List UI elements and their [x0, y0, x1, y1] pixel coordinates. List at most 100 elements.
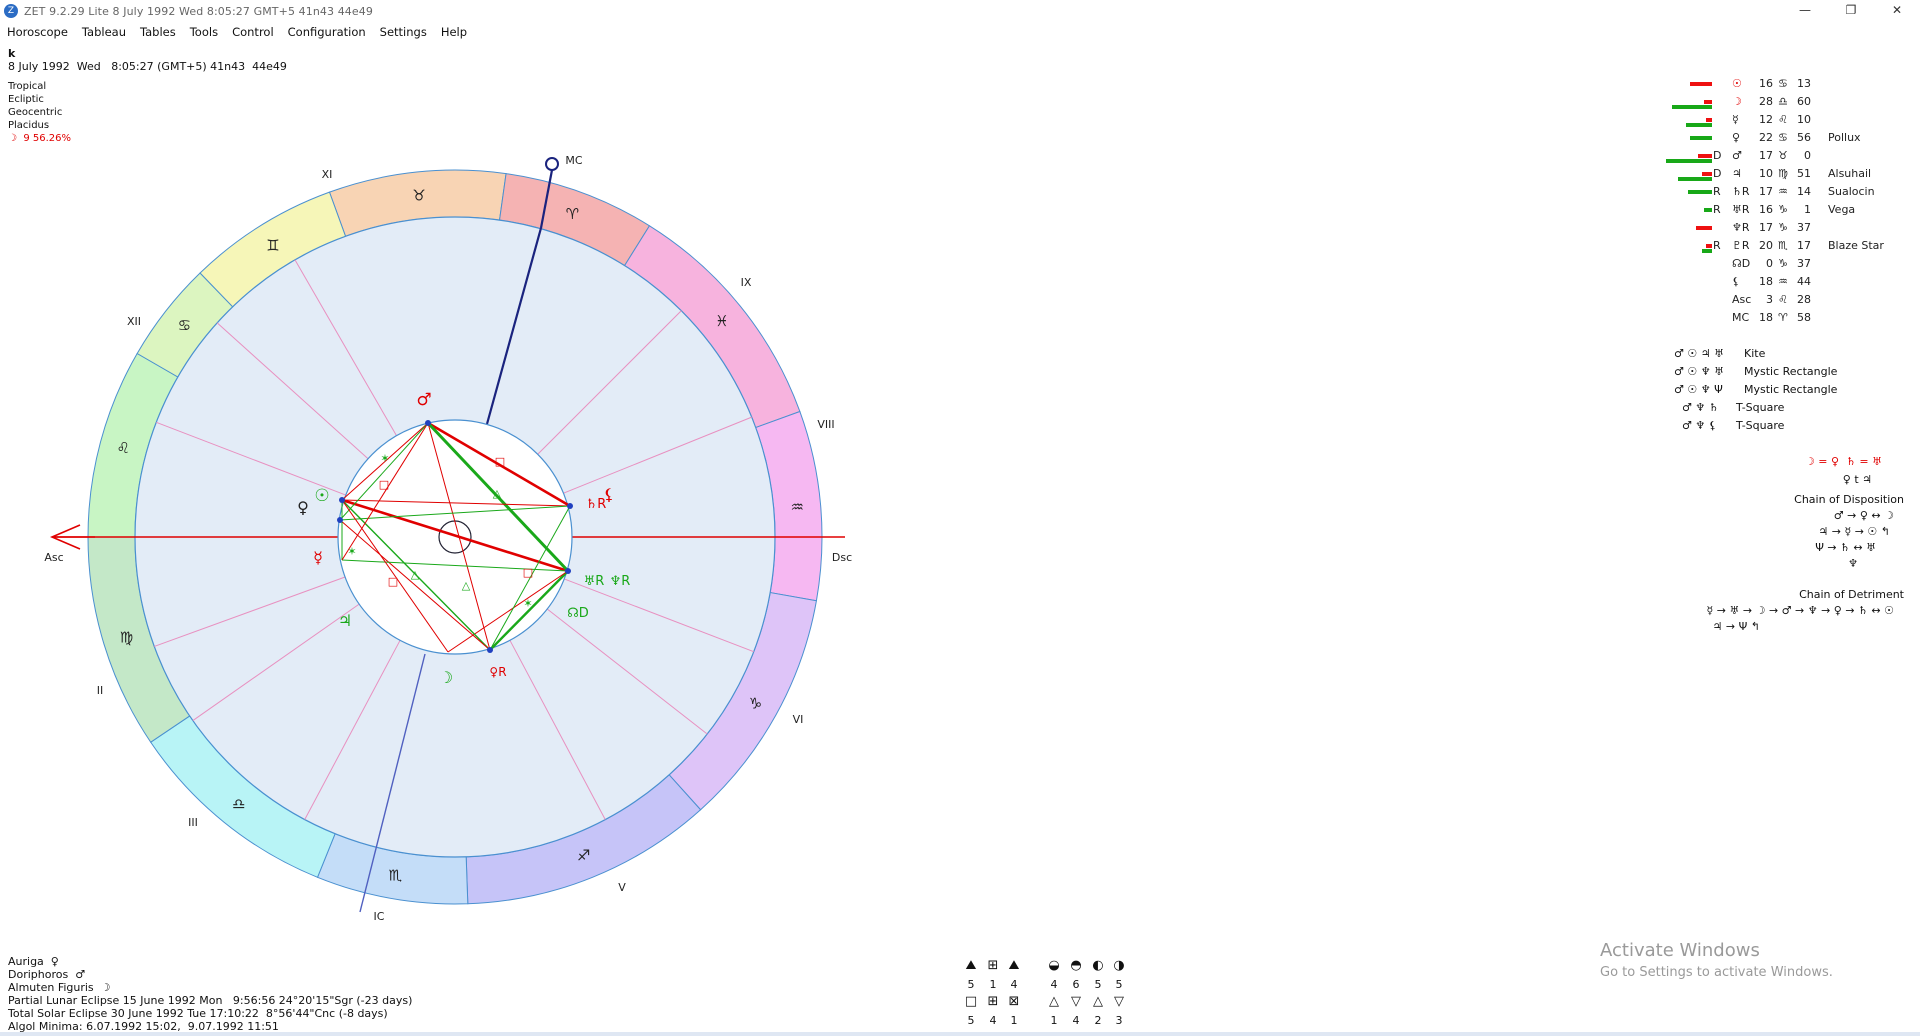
modality-icon: ⊞ [987, 994, 999, 1009]
position-deg: 16 [1759, 77, 1773, 90]
planet-position-row[interactable]: D ♃ 10 ♍ 51 Alsuhail [1713, 167, 1903, 181]
position-min: 10 [1797, 113, 1811, 126]
zodiac-sign-glyph: ♌ [116, 439, 129, 457]
restore-button[interactable]: ❐ [1828, 0, 1874, 22]
position-deg: 22 [1759, 131, 1773, 144]
close-button[interactable]: ✕ [1874, 0, 1920, 22]
aspect-symbol: △ [462, 579, 471, 592]
position-glyph: ☽ [1732, 95, 1742, 108]
aspect-symbol: □ [495, 455, 505, 468]
auriga-line: Auriga ♀ [8, 955, 59, 968]
planet-position-row[interactable]: ⚸ 18 ♒ 44 [1713, 275, 1903, 289]
configuration-name[interactable]: T-Square [1736, 419, 1784, 432]
modality-count: 5 [967, 1014, 975, 1027]
position-glyph: Asc [1732, 293, 1752, 306]
strength-bar-green [1672, 105, 1712, 109]
position-sign: ♌ [1778, 113, 1788, 126]
chain-disposition-line-4: ♆ [1848, 557, 1858, 570]
disposition-top-1: ☽ = ♀ ♄ = ♅ [1805, 455, 1882, 468]
planet-position-row[interactable]: Asc 3 ♌ 28 [1713, 293, 1903, 307]
modality-icon: ⊞ [987, 958, 999, 973]
coordinate-type: Ecliptic [8, 94, 44, 105]
window-bottom-border [0, 1032, 1920, 1036]
menu-control[interactable]: Control [225, 25, 281, 39]
modality-count: 5 [967, 978, 975, 991]
menu-configuration[interactable]: Configuration [281, 25, 373, 39]
menu-settings[interactable]: Settings [373, 25, 434, 39]
house-label-viii: VIII [817, 418, 834, 431]
menu-help[interactable]: Help [434, 25, 474, 39]
position-flag: D [1713, 149, 1722, 162]
planet-position-row[interactable]: ☽ 28 ♎ 60 [1713, 95, 1903, 109]
menu-tables[interactable]: Tables [133, 25, 183, 39]
position-sign: ♎ [1778, 95, 1788, 108]
planet-position-row[interactable]: R ♅R 16 ♑ 1 Vega [1713, 203, 1903, 217]
planet-position-row[interactable]: R ♇R 20 ♏ 17 Blaze Star [1713, 239, 1903, 253]
zodiac-sign-glyph: ♏ [389, 866, 403, 884]
position-star: Pollux [1828, 131, 1861, 144]
position-glyph: ♇R [1732, 239, 1750, 252]
planet-position-row[interactable]: R ♄R 17 ♒ 14 Sualocin [1713, 185, 1903, 199]
house-label-vi: VI [793, 713, 804, 726]
modality-icon: ⛰ [965, 958, 977, 973]
strength-bar-red [1704, 100, 1712, 104]
zet-app-icon[interactable]: Z [4, 4, 18, 18]
position-sign: ♌ [1778, 293, 1788, 306]
configuration-glyphs: ♂ ☉ ♃ ♅ [1674, 347, 1724, 360]
planet-position-row[interactable]: ☉ 16 ♋ 13 [1713, 77, 1903, 91]
configuration-name[interactable]: Mystic Rectangle [1744, 365, 1837, 378]
uranus-glyph: ♅R [584, 574, 605, 589]
zodiac-sign-glyph: ♐ [577, 846, 590, 864]
zodiac-sign-glyph: ♊ [266, 237, 279, 255]
house-system: Placidus [8, 120, 50, 131]
menu-horoscope[interactable]: Horoscope [0, 25, 75, 39]
modality-count: 3 [1115, 1014, 1123, 1027]
zodiac-sign-glyph: ♉ [412, 186, 425, 204]
house-label-iii: III [188, 816, 198, 829]
strength-bar-green [1702, 249, 1712, 253]
chain-detriment-line-1: ☿ → ♅ → ☽ → ♂ → ♆ → ♀ → ♄ ↔ ☉ [1706, 604, 1894, 617]
planet-position-row[interactable]: ♀ 22 ♋ 56 Pollux [1713, 131, 1903, 145]
strength-bar-green [1666, 159, 1712, 163]
position-deg: 3 [1766, 293, 1773, 306]
modality-count: 4 [1010, 978, 1018, 991]
almuten-figuris-line: Almuten Figuris ☽ [8, 981, 111, 994]
sun-glyph: ☉ [314, 486, 329, 506]
planet-position-row[interactable]: ☊D 0 ♑ 37 [1713, 257, 1903, 271]
modality-icon: ◒ [1048, 958, 1060, 973]
zodiac-sign-glyph: ♑ [749, 695, 762, 713]
modality-count: 2 [1094, 1014, 1102, 1027]
planet-position-row[interactable]: D ♂ 17 ♉ 0 [1713, 149, 1903, 163]
position-deg: 10 [1759, 167, 1773, 180]
menu-tableau[interactable]: Tableau [75, 25, 133, 39]
position-deg: 17 [1759, 149, 1773, 162]
position-min: 0 [1804, 149, 1811, 162]
strength-bar-green [1678, 177, 1712, 181]
minimize-button[interactable]: — [1782, 0, 1828, 22]
position-deg: 17 [1759, 221, 1773, 234]
planet-position-row[interactable]: ♆R 17 ♑ 37 [1713, 221, 1903, 235]
house-label-xi: XI [322, 168, 333, 181]
horoscope-wheel[interactable]: ♉♈♓♒♑♐♏♎♍♌♋♊ □□□□△△△✶✶✶ XIMCIXXIIVIIIAsc… [0, 140, 900, 940]
position-sign: ♍ [1778, 167, 1788, 180]
modality-icon: ▽ [1071, 994, 1081, 1009]
menu-tools[interactable]: Tools [183, 25, 225, 39]
strength-bar-green [1686, 123, 1712, 127]
planet-anchor-dot [487, 647, 493, 653]
planet-position-row[interactable]: MC 18 ♈ 58 [1713, 311, 1903, 325]
configuration-name[interactable]: T-Square [1736, 401, 1784, 414]
configuration-name[interactable]: Mystic Rectangle [1744, 383, 1837, 396]
modality-count: 1 [989, 978, 997, 991]
position-star: Sualocin [1828, 185, 1875, 198]
strength-bar-red [1698, 154, 1712, 158]
modality-icon: ◐ [1092, 958, 1104, 973]
position-glyph: ☿ [1732, 113, 1739, 126]
configuration-name[interactable]: Kite [1744, 347, 1765, 360]
position-sign: ♒ [1778, 185, 1788, 198]
aspect-symbol: ✶ [523, 597, 532, 610]
doriphoros-line: Doriphoros ♂ [8, 968, 86, 981]
modality-count: 4 [1072, 1014, 1080, 1027]
position-min: 37 [1797, 257, 1811, 270]
planet-position-row[interactable]: ☿ 12 ♌ 10 [1713, 113, 1903, 127]
zodiac-sign-glyph: ♓ [715, 312, 728, 330]
